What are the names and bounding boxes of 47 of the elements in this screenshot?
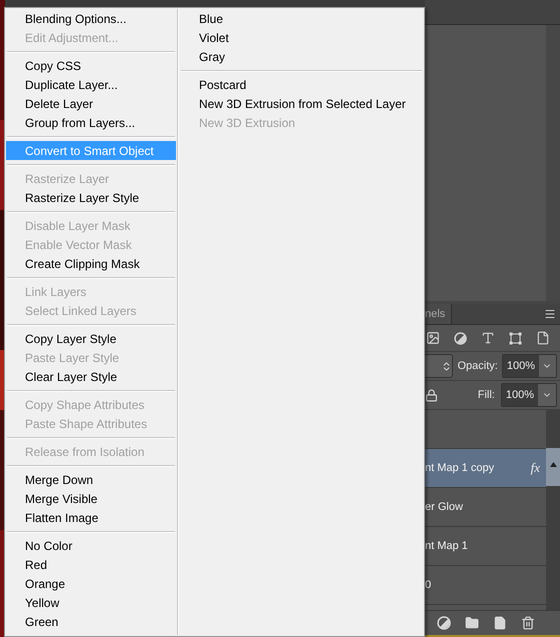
blend-mode-select[interactable] — [425, 354, 454, 378]
menu-item[interactable]: Blue — [180, 9, 423, 28]
document-icon[interactable] — [536, 331, 550, 345]
up-arrow-icon — [550, 462, 556, 467]
menu-item[interactable]: Delete Layer — [6, 94, 176, 113]
half-circle-icon[interactable] — [454, 332, 467, 344]
menu-item[interactable]: Red — [6, 555, 176, 574]
menu-item[interactable]: Orange — [6, 574, 176, 593]
menu-item[interactable]: Duplicate Layer... — [6, 75, 176, 94]
effects-label: fx — [530, 460, 540, 476]
panel-menu-icon[interactable] — [544, 308, 556, 320]
menu-item[interactable]: Merge Visible — [6, 489, 176, 508]
fill-label: Fill: — [478, 389, 495, 401]
layer-name: nt Map 1 copy — [425, 462, 494, 474]
layer-name: 0 — [425, 579, 432, 591]
menu-item[interactable]: Blending Options... — [6, 9, 176, 28]
menu-item[interactable]: Copy Layer Style — [6, 329, 176, 348]
menu-item[interactable]: Postcard — [180, 75, 423, 94]
opacity-field[interactable]: 100% — [502, 354, 557, 378]
menu-item[interactable]: Rasterize Layer Style — [6, 188, 176, 207]
menu-item[interactable]: Group from Layers... — [6, 113, 176, 132]
image-filter-icon[interactable] — [426, 331, 440, 345]
menu-item[interactable]: Gray — [180, 47, 423, 66]
layer-name: nt Map 1 — [425, 540, 468, 552]
menu-item[interactable]: Yellow — [6, 593, 176, 612]
layer-row[interactable]: nt Map 1 copy fx — [425, 449, 546, 488]
folder-icon[interactable] — [465, 616, 479, 630]
menu-item[interactable]: Merge Down — [6, 470, 176, 489]
menu-item[interactable]: New 3D Extrusion from Selected Layer — [180, 94, 423, 113]
layer-name: er Glow — [425, 501, 463, 513]
menu-item[interactable]: Green — [6, 612, 176, 631]
lock-icon[interactable] — [425, 388, 438, 402]
half-circle-icon[interactable] — [437, 616, 451, 630]
panel-tab[interactable]: nels — [425, 304, 452, 324]
menu-item[interactable]: Create Clipping Mask — [6, 254, 176, 273]
menu-item[interactable]: Copy CSS — [6, 56, 176, 75]
opacity-label: Opacity: — [457, 360, 498, 372]
transform-icon[interactable] — [509, 332, 522, 344]
menu-item[interactable]: Flatten Image — [6, 508, 176, 527]
fill-field[interactable]: 100% — [500, 383, 557, 407]
menu-item[interactable]: Violet — [180, 28, 423, 47]
type-icon[interactable] — [481, 331, 495, 345]
scrollbar[interactable] — [546, 410, 560, 610]
menu-item[interactable]: Clear Layer Style — [6, 367, 176, 386]
new-layer-icon[interactable] — [493, 616, 507, 630]
trash-icon[interactable] — [521, 616, 535, 630]
menu-item[interactable]: No Color — [6, 536, 176, 555]
